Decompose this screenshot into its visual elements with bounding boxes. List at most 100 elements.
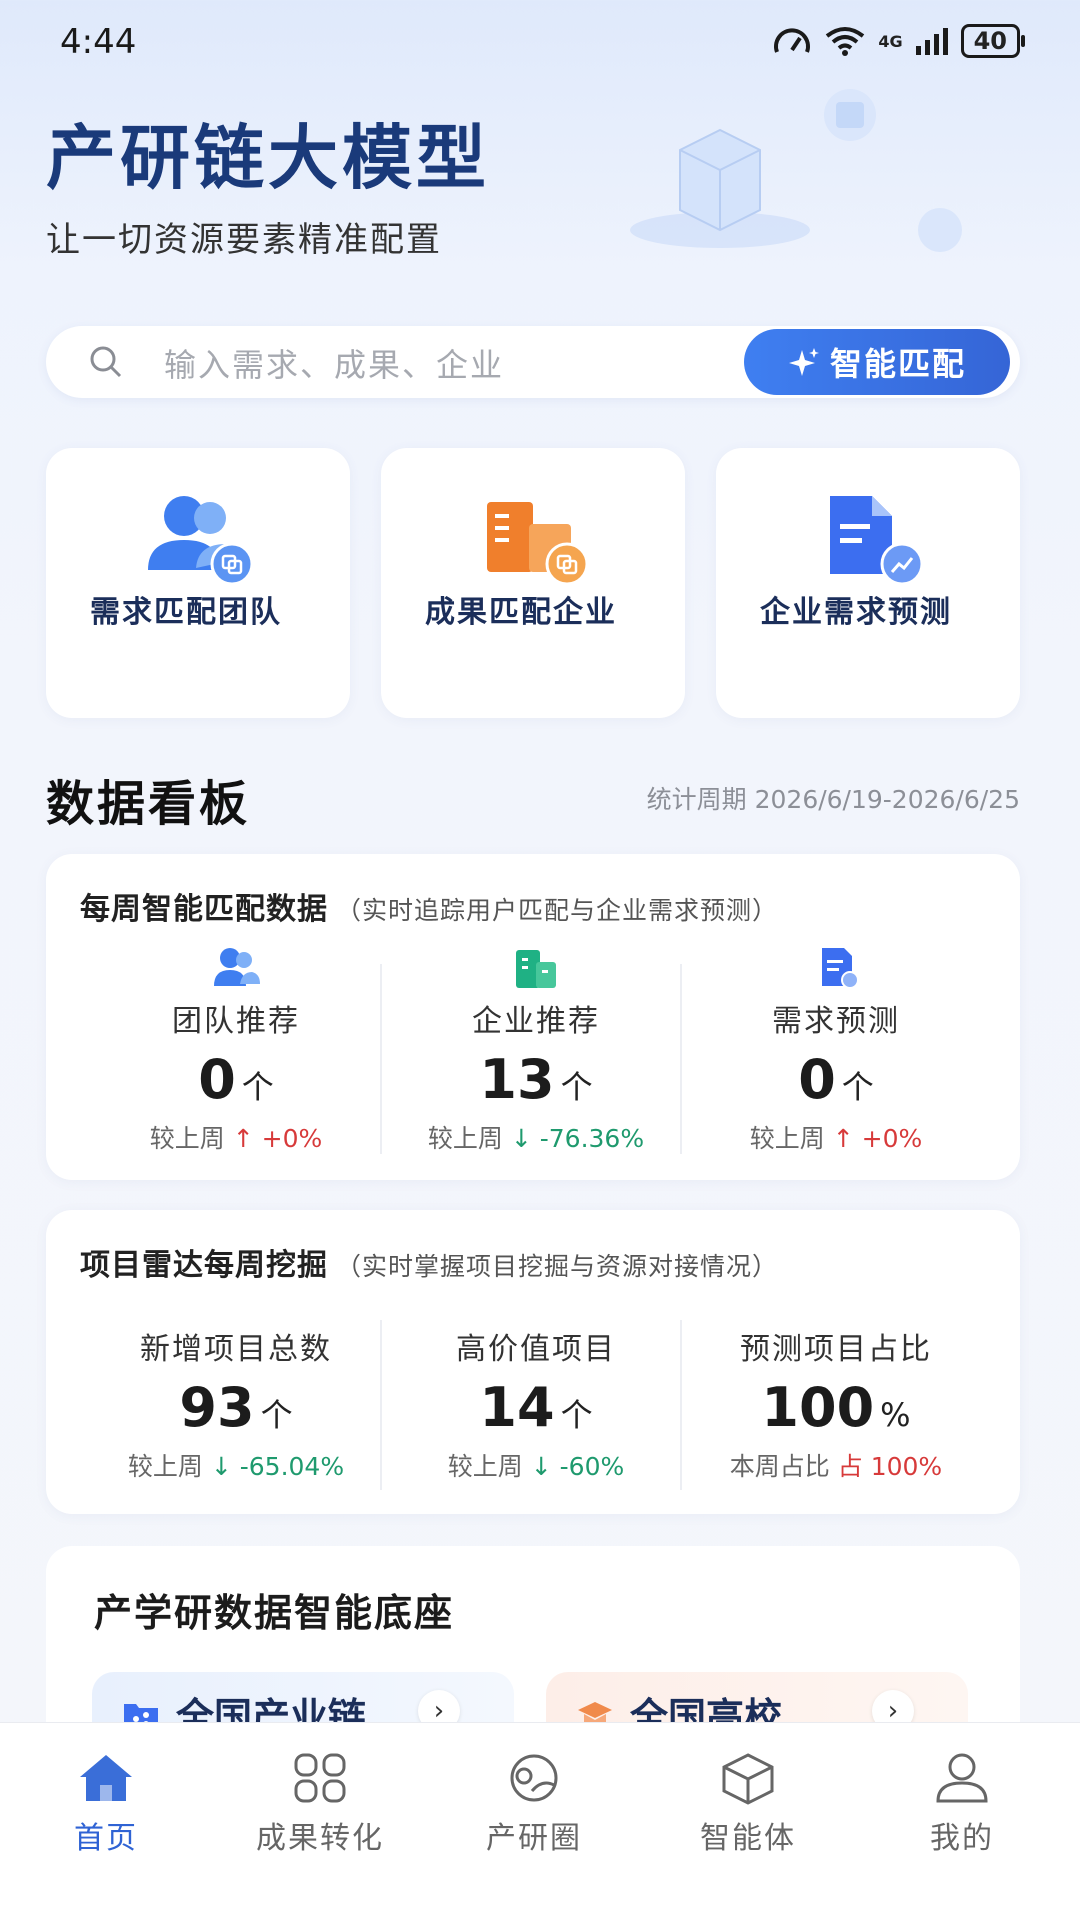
nav-item-achievements[interactable]: 成果转化 xyxy=(230,1751,410,1857)
grid-icon xyxy=(294,1753,346,1803)
stat-value: 0 xyxy=(198,1048,236,1111)
team-icon xyxy=(214,948,260,986)
weekly-match-panel: 每周智能匹配数据 （实时追踪用户匹配与企业需求预测） 团队推荐 0个 较上周 ↑ … xyxy=(46,854,1020,1180)
panel-title-text: 项目雷达每周挖掘 xyxy=(80,1248,328,1283)
stat-team-recommend[interactable]: 团队推荐 0个 较上周 ↑ +0% xyxy=(86,944,386,1155)
panel-title-text: 每周智能匹配数据 xyxy=(80,892,328,927)
stat-name: 预测项目占比 xyxy=(740,1332,932,1367)
smart-match-label: 智能匹配 xyxy=(829,345,966,383)
stat-name: 需求预测 xyxy=(772,1004,900,1039)
dashboard-title: 数据看板 xyxy=(46,776,251,832)
circle-icon xyxy=(510,1754,558,1802)
cube-icon xyxy=(722,1753,774,1805)
search-icon xyxy=(90,346,122,378)
status-icons: 4G 40 xyxy=(772,24,1026,58)
nav-label: 首页 xyxy=(74,1821,138,1856)
stat-unit: % xyxy=(880,1396,911,1434)
change-value: 100% xyxy=(870,1452,943,1481)
compare-label: 本周占比 xyxy=(729,1452,830,1481)
trend-up-icon: ↑ xyxy=(232,1124,254,1153)
home-icon xyxy=(80,1755,132,1801)
divider xyxy=(680,964,682,1154)
bottom-navigation: 首页 成果转化 产研圈 智能体 我的 xyxy=(0,1722,1080,1921)
battery-indicator: 40 xyxy=(960,24,1026,58)
search-input[interactable]: 输入需求、成果、企业 xyxy=(164,340,504,386)
project-radar-panel: 项目雷达每周挖掘 （实时掌握项目挖掘与资源对接情况） 新增项目总数 93 个 较上周… xyxy=(46,1210,1020,1514)
base-title: 产学研数据智能底座 xyxy=(94,1591,455,1635)
stat-value: 93 xyxy=(179,1376,255,1439)
smart-match-button[interactable]: 智能匹配 xyxy=(744,329,1010,395)
panel-note: （实时掌握项目挖掘与资源对接情况） xyxy=(336,1252,779,1281)
stat-value: 0 xyxy=(798,1048,836,1111)
hero-illustration xyxy=(630,89,962,252)
trend-down-icon: ↓ xyxy=(210,1452,232,1481)
feature-card-enterprise-match[interactable]: 成果匹配企业 xyxy=(381,448,685,718)
signal-icon xyxy=(915,28,948,55)
stat-name: 企业推荐 xyxy=(472,1004,600,1039)
stat-unit: 个 xyxy=(560,1396,593,1434)
ratio-icon: 占 xyxy=(837,1452,863,1481)
stat-new-projects[interactable]: 新增项目总数 93 个 较上周 ↓ -65.04% xyxy=(86,1324,386,1483)
team-match-icon xyxy=(148,496,254,586)
nav-label: 我的 xyxy=(930,1821,994,1856)
trend-up-icon: ↑ xyxy=(832,1124,854,1153)
feature-label: 需求匹配团队 xyxy=(90,595,282,630)
divider xyxy=(380,1320,382,1490)
panel-title: 每周智能匹配数据 （实时追踪用户匹配与企业需求预测） xyxy=(80,884,778,928)
change-value: +0% xyxy=(861,1124,923,1153)
nav-item-home[interactable]: 首页 xyxy=(16,1751,196,1857)
demand-forecast-icon xyxy=(830,496,924,586)
stat-value: 100 xyxy=(761,1376,875,1439)
stat-enterprise-recommend[interactable]: 企业推荐 13 个 较上周 ↓ -76.36% xyxy=(386,944,686,1155)
change-value: -60% xyxy=(559,1452,625,1481)
compare-label: 较上周 xyxy=(749,1124,825,1153)
stat-forecast-ratio[interactable]: 预测项目占比 100% 本周占比 占 100% xyxy=(686,1324,986,1483)
nav-item-agent[interactable]: 智能体 xyxy=(658,1751,838,1857)
compare-label: 较上周 xyxy=(127,1452,203,1481)
stat-value: 14 xyxy=(479,1376,555,1439)
signal-label: 4G xyxy=(878,31,903,51)
hero-subtitle: 让一切资源要素精准配置 xyxy=(46,220,442,260)
hero-title: 产研链大模型 xyxy=(46,117,490,199)
stat-unit: 个 xyxy=(260,1396,293,1434)
wifi-icon xyxy=(826,27,865,56)
stat-unit: 个 xyxy=(241,1068,274,1106)
enterprise-match-icon xyxy=(487,502,589,586)
feature-card-demand-forecast[interactable]: 企业需求预测 xyxy=(716,448,1020,718)
stat-value: 13 xyxy=(479,1048,555,1111)
feature-label: 成果匹配企业 xyxy=(425,595,617,630)
stat-unit: 个 xyxy=(560,1068,593,1106)
forecast-doc-icon xyxy=(822,948,859,989)
panel-title: 项目雷达每周挖掘 （实时掌握项目挖掘与资源对接情况） xyxy=(80,1240,778,1284)
feature-card-team-match[interactable]: 需求匹配团队 xyxy=(46,448,350,718)
status-time: 4:44 xyxy=(60,22,137,62)
trend-down-icon: ↓ xyxy=(510,1124,532,1153)
stat-demand-forecast[interactable]: 需求预测 0个 较上周 ↑ +0% xyxy=(686,944,986,1155)
stat-high-value-projects[interactable]: 高价值项目 14 个 较上周 ↓ -60% xyxy=(386,1324,686,1483)
divider xyxy=(680,1320,682,1490)
stat-name: 高价值项目 xyxy=(456,1332,616,1367)
change-value: -76.36% xyxy=(539,1124,645,1153)
divider xyxy=(380,964,382,1154)
stat-name: 团队推荐 xyxy=(172,1004,300,1039)
stat-unit: 个 xyxy=(841,1068,874,1106)
change-value: +0% xyxy=(261,1124,323,1153)
nav-item-research-circle[interactable]: 产研圈 xyxy=(444,1751,624,1857)
feature-label: 企业需求预测 xyxy=(760,595,952,630)
speed-icon xyxy=(774,28,811,53)
trend-down-icon: ↓ xyxy=(530,1452,552,1481)
compare-label: 较上周 xyxy=(149,1124,225,1153)
sparkle-icon xyxy=(788,348,819,376)
user-icon xyxy=(936,1753,988,1803)
dashboard-period: 统计周期 2026/6/19-2026/6/25 xyxy=(646,785,1020,814)
nav-item-mine[interactable]: 我的 xyxy=(872,1751,1052,1857)
compare-label: 较上周 xyxy=(447,1452,523,1481)
compare-label: 较上周 xyxy=(427,1124,503,1153)
enterprise-icon xyxy=(516,950,556,988)
change-value: -65.04% xyxy=(239,1452,345,1481)
nav-label: 成果转化 xyxy=(256,1821,384,1856)
stat-name: 新增项目总数 xyxy=(140,1332,332,1367)
panel-note: （实时追踪用户匹配与企业需求预测） xyxy=(336,896,779,925)
nav-label: 产研圈 xyxy=(486,1821,582,1856)
search-bar[interactable]: 输入需求、成果、企业 智能匹配 xyxy=(46,326,1020,398)
